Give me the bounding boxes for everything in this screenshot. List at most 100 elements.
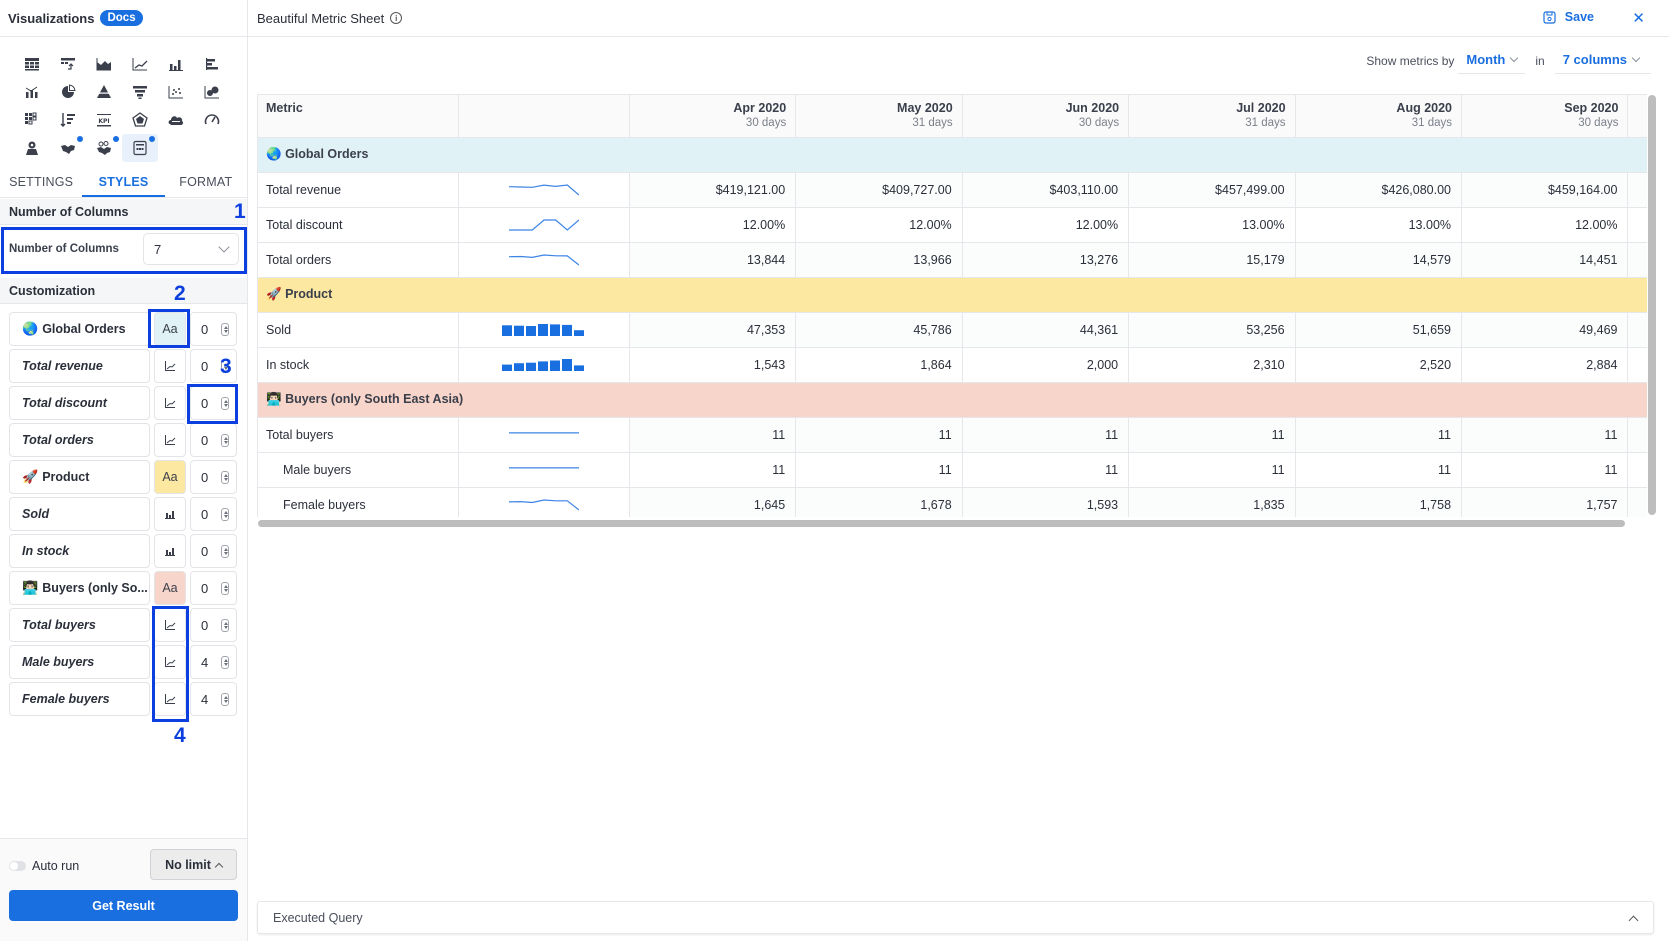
sparkline-type-button[interactable] xyxy=(154,349,186,383)
viz-option-sorted-list[interactable] xyxy=(50,106,86,134)
tab-format[interactable]: FORMAT xyxy=(165,170,247,197)
stepper-arrows-icon[interactable] xyxy=(221,692,229,706)
customization-row: 🌏 Global Orders Aa 0 xyxy=(9,312,239,346)
indent-stepper[interactable]: 4 xyxy=(190,645,237,679)
viz-option-table[interactable] xyxy=(14,50,50,78)
sparkline-line xyxy=(508,467,579,469)
month-column-header: Aug 2020 31 days xyxy=(1295,95,1463,138)
viz-option-heatmap[interactable] xyxy=(14,106,50,134)
tab-styles[interactable]: STYLES xyxy=(82,170,165,197)
line-chart-icon xyxy=(165,435,176,445)
stepper-arrows-icon[interactable] xyxy=(221,322,229,336)
viz-option-funnel-chart[interactable] xyxy=(122,78,158,106)
viz-option-pie-chart[interactable] xyxy=(50,78,86,106)
save-button[interactable]: Save xyxy=(1543,10,1594,24)
chevron-up-icon[interactable] xyxy=(1628,915,1639,926)
customization-item-label: Sold xyxy=(22,507,50,521)
viz-option-radar-chart[interactable] xyxy=(122,106,158,134)
indent-stepper[interactable]: 0 xyxy=(190,460,237,494)
combo-chart-icon xyxy=(25,86,38,98)
customization-item-label: Female buyers xyxy=(22,692,110,706)
viz-option-filled-map[interactable] xyxy=(50,134,86,162)
metric-value-cell: 11 xyxy=(1295,452,1463,488)
stepper-arrows-icon[interactable] xyxy=(221,618,229,632)
indent-stepper[interactable]: 4 xyxy=(190,682,237,716)
customization-item-label: Total orders xyxy=(22,433,94,447)
viz-option-pyramid-chart[interactable] xyxy=(86,78,122,106)
stepper-arrows-icon[interactable] xyxy=(221,581,229,595)
info-icon[interactable]: i xyxy=(390,12,403,24)
indent-stepper[interactable]: 0 xyxy=(190,423,237,457)
vertical-scrollbar[interactable] xyxy=(1648,95,1656,515)
stepper-arrows-icon[interactable] xyxy=(221,396,229,410)
docs-link[interactable]: Docs xyxy=(100,10,143,26)
viz-option-scatter-chart[interactable] xyxy=(158,78,194,106)
main-area: Beautiful Metric Sheet i Save ✕ Show met… xyxy=(248,0,1669,941)
sparkline-type-button[interactable] xyxy=(154,608,186,642)
month-column-header: Jul 2020 31 days xyxy=(1128,95,1296,138)
viz-option-horizontal-bar-chart[interactable] xyxy=(194,50,230,78)
sparkline-type-button[interactable] xyxy=(154,386,186,420)
indent-stepper[interactable]: 0 xyxy=(190,312,237,346)
period-select[interactable]: Month xyxy=(1458,48,1526,74)
close-icon[interactable]: ✕ xyxy=(1632,9,1645,27)
text-style-button[interactable]: Aa xyxy=(154,312,186,346)
get-result-button[interactable]: Get Result xyxy=(9,890,238,921)
indent-stepper[interactable]: 0 xyxy=(190,608,237,642)
metric-row: Female buyers 1,645 1,678 1,593 1,835 1,758 1,… xyxy=(258,487,1647,517)
month-label: Apr 2020 xyxy=(733,101,787,115)
sparkline-bar xyxy=(561,324,572,336)
stepper-arrows-icon[interactable] xyxy=(221,433,229,447)
text-style-button[interactable]: Aa xyxy=(154,571,186,605)
indent-stepper[interactable]: 0 xyxy=(190,571,237,605)
stepper-arrows-icon[interactable] xyxy=(221,507,229,521)
viz-option-bubble-chart[interactable] xyxy=(194,78,230,106)
horizontal-scrollbar[interactable] xyxy=(258,520,1625,527)
indent-value: 0 xyxy=(201,543,209,559)
sparkline-type-button[interactable] xyxy=(154,423,186,457)
bar-chart-icon xyxy=(165,511,175,519)
viz-option-bar-chart[interactable] xyxy=(158,50,194,78)
indent-stepper[interactable]: 0 xyxy=(190,534,237,568)
stepper-arrows-icon[interactable] xyxy=(221,544,229,558)
bar-chart-icon xyxy=(169,60,183,71)
indent-stepper[interactable]: 0 xyxy=(190,497,237,531)
columns-select[interactable]: 7 columns xyxy=(1554,48,1651,74)
viz-option-bubble-map[interactable] xyxy=(86,134,122,162)
tab-settings[interactable]: SETTINGS xyxy=(0,170,82,197)
sparkline-type-button[interactable] xyxy=(154,534,186,568)
viz-option-word-cloud[interactable] xyxy=(158,106,194,134)
auto-run-toggle[interactable] xyxy=(9,861,26,871)
viz-option-combo-chart[interactable] xyxy=(14,78,50,106)
executed-query-panel[interactable]: Executed Query xyxy=(257,901,1654,934)
viz-option-point-map[interactable] xyxy=(14,134,50,162)
number-of-columns-row: Number of Columns 7 xyxy=(2,226,247,272)
auto-run-control: Auto run xyxy=(9,859,79,873)
metric-label: Total revenue xyxy=(258,172,459,208)
viz-option-kpi[interactable]: KPI xyxy=(86,106,122,134)
stepper-arrows-icon[interactable] xyxy=(221,470,229,484)
row-limit-select[interactable]: No limit xyxy=(150,849,237,880)
new-badge-dot xyxy=(113,136,119,142)
metric-value-cell: 11 xyxy=(1461,452,1629,488)
viz-option-metric-sheet[interactable] xyxy=(122,134,158,162)
number-of-columns-select[interactable]: 7 xyxy=(143,233,239,265)
customization-row: 🚀 Product Aa 0 xyxy=(9,460,239,494)
text-style-button[interactable]: Aa xyxy=(154,460,186,494)
customization-item-label: Buyers (only So... xyxy=(42,581,148,595)
metric-value-cell: 1? xyxy=(1627,417,1647,453)
metric-value-cell: $419,121.00 xyxy=(629,172,797,208)
indent-stepper[interactable]: 0 xyxy=(190,386,237,420)
bubble-map-icon xyxy=(97,141,111,155)
sparkline-type-button[interactable] xyxy=(154,645,186,679)
stepper-arrows-icon[interactable] xyxy=(221,655,229,669)
viz-option-gauge[interactable] xyxy=(194,106,230,134)
customization-row: 👨🏻‍💻 Buyers (only So... Aa 0 xyxy=(9,571,239,605)
viz-option-line-chart[interactable] xyxy=(122,50,158,78)
customization-row: Female buyers 4 xyxy=(9,682,239,716)
sparkline-type-button[interactable] xyxy=(154,497,186,531)
viz-option-pivot-table[interactable] xyxy=(50,50,86,78)
viz-option-area-chart[interactable] xyxy=(86,50,122,78)
sparkline-type-button[interactable] xyxy=(154,682,186,716)
metric-value-cell: 1,835 xyxy=(1128,487,1296,517)
